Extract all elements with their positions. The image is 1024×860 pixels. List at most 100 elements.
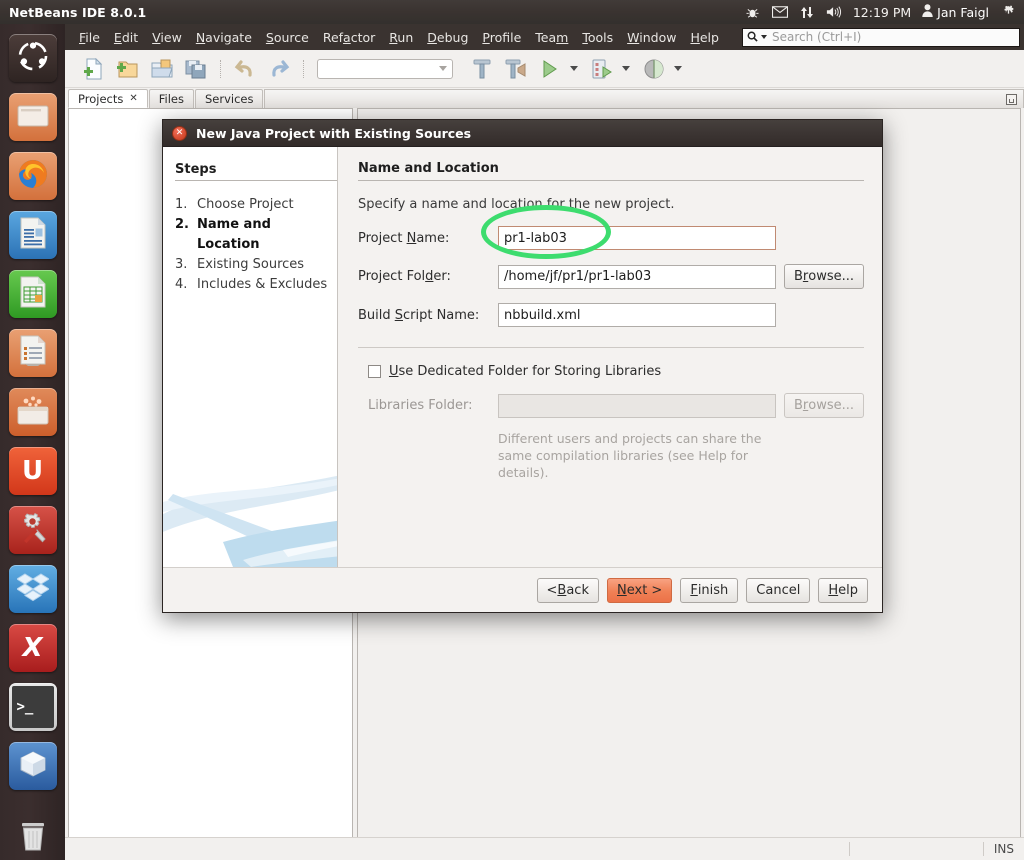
launcher-item-software-center[interactable] (0, 382, 65, 441)
status-separator (849, 842, 850, 856)
insert-mode-indicator: INS (982, 842, 1014, 856)
close-icon[interactable]: ✕ (172, 125, 187, 141)
project-name-row: Project Name: (358, 226, 864, 250)
tab-services[interactable]: Services (194, 89, 264, 108)
chevron-down-icon[interactable] (761, 35, 767, 39)
menu-tools[interactable]: Tools (575, 28, 620, 47)
launcher-item-ubuntu-dash[interactable] (0, 28, 65, 87)
menu-window[interactable]: Window (620, 28, 683, 47)
build-project-icon[interactable] (467, 55, 497, 83)
project-folder-input[interactable] (497, 264, 776, 289)
unity-launcher: U X >_ (0, 24, 65, 860)
undo-icon[interactable] (230, 55, 260, 83)
menu-edit[interactable]: Edit (107, 28, 145, 47)
browse-project-folder-button[interactable]: Br owse... (783, 264, 864, 289)
clock[interactable]: 12:19 PM (853, 5, 911, 20)
new-project-icon[interactable] (113, 55, 143, 83)
finish-button[interactable]: Finish (680, 577, 739, 603)
libreoffice-writer-icon (19, 217, 47, 253)
menu-help[interactable]: Help (683, 28, 726, 47)
dedicated-folder-checkbox[interactable] (367, 365, 381, 378)
virtualbox-icon (18, 750, 48, 782)
step-number: 1. (175, 197, 188, 212)
step-label: Existing Sources (197, 257, 305, 272)
project-config-combo[interactable] (317, 58, 453, 79)
back-button[interactable]: < Back (536, 577, 599, 603)
launcher-item-libreoffice-calc[interactable] (0, 264, 65, 323)
toolbar-separator (220, 59, 221, 78)
open-project-icon[interactable] (147, 55, 177, 83)
page-title: Name and Location (357, 161, 864, 181)
run-project-icon[interactable] (535, 55, 565, 83)
menu-refactor[interactable]: Refactor (316, 28, 382, 47)
menu-profile[interactable]: Profile (475, 28, 528, 47)
ubuntu-software-center-icon (17, 395, 49, 429)
chevron-down-icon[interactable] (439, 66, 447, 71)
section-divider (357, 347, 864, 348)
launcher-item-libreoffice-impress[interactable] (0, 323, 65, 382)
cancel-button[interactable]: Cancel (746, 577, 811, 603)
chevron-down-icon[interactable] (622, 66, 630, 71)
help-button[interactable]: Help (818, 577, 868, 603)
quick-search-box[interactable] (742, 27, 1020, 47)
clean-and-build-icon[interactable] (501, 55, 531, 83)
toolbar-separator (303, 59, 304, 78)
launcher-item-files[interactable] (0, 87, 65, 146)
launcher-item-system-settings[interactable] (0, 500, 65, 559)
redo-icon[interactable] (264, 55, 294, 83)
minimize-window-icon[interactable] (1006, 93, 1017, 105)
launcher-item-ubuntu-one[interactable]: U (0, 441, 65, 500)
libraries-folder-label: Libraries Folder: (367, 398, 473, 413)
close-icon[interactable]: ✕ (129, 93, 137, 104)
libreoffice-impress-icon (19, 335, 47, 371)
search-input[interactable] (770, 29, 1015, 45)
libraries-folder-input (497, 393, 776, 418)
active-window-title: NetBeans IDE 8.0.1 (9, 4, 147, 20)
menu-debug[interactable]: Debug (420, 28, 475, 47)
launcher-item-libreoffice-writer[interactable] (0, 205, 65, 264)
bug-icon[interactable] (745, 4, 761, 20)
step-label: Includes & Excludes (197, 277, 328, 292)
ubuntu-one-icon: U (21, 455, 44, 486)
menu-view[interactable]: View (145, 28, 189, 47)
step-item-choose-project: 1. Choose Project (175, 195, 337, 215)
mail-icon[interactable] (771, 4, 788, 20)
tab-files[interactable]: Files (148, 89, 194, 108)
launcher-item-trash[interactable] (0, 809, 65, 860)
tab-projects[interactable]: Projects ✕ (68, 89, 148, 108)
chevron-down-icon[interactable] (570, 66, 578, 71)
power-gear-icon[interactable] (1000, 4, 1016, 20)
next-button[interactable]: Next > (607, 577, 673, 603)
network-updown-icon[interactable] (799, 4, 815, 20)
new-file-icon[interactable] (79, 55, 109, 83)
xmind-icon: X (22, 632, 43, 663)
project-name-input[interactable] (497, 226, 776, 250)
dedicated-folder-row[interactable]: Use Dedicated Folder for Storing Librari… (358, 364, 864, 379)
user-name: Jan Faigl (937, 4, 989, 20)
build-script-input[interactable] (497, 303, 776, 327)
launcher-item-terminal[interactable]: >_ (0, 677, 65, 736)
save-all-icon[interactable] (181, 55, 211, 83)
dedicated-folder-label[interactable]: Use Dedicated Folder for Storing Librari… (389, 364, 661, 379)
launcher-item-firefox[interactable] (0, 146, 65, 205)
volume-icon[interactable] (826, 4, 842, 20)
menu-file[interactable]: File (72, 28, 107, 47)
step-item-existing-sources: 3. Existing Sources (175, 255, 337, 275)
user-menu[interactable]: Jan Faigl (922, 4, 989, 20)
window-tab-strip: Projects ✕ Files Services (65, 88, 1024, 108)
dialog-title-bar[interactable]: ✕ New Java Project with Existing Sources (163, 120, 882, 146)
launcher-item-virtualbox[interactable] (0, 736, 65, 795)
launcher-item-dropbox[interactable] (0, 559, 65, 618)
debug-project-icon[interactable] (587, 55, 617, 83)
menu-navigate[interactable]: Navigate (189, 28, 259, 47)
dialog-main-panel: Name and Location Specify a name and loc… (338, 147, 882, 567)
chevron-down-icon[interactable] (674, 66, 682, 71)
menu-team[interactable]: Team (528, 28, 575, 47)
launcher-item-xmind[interactable]: X (0, 618, 65, 677)
menu-run[interactable]: Run (382, 28, 420, 47)
steps-list: 1. Choose Project 2. Name and Location 3… (175, 195, 337, 295)
profile-project-icon[interactable] (639, 55, 669, 83)
status-bar: INS (65, 837, 1024, 860)
menu-source[interactable]: Source (259, 28, 316, 47)
project-name-label: Project Name: (357, 230, 450, 246)
